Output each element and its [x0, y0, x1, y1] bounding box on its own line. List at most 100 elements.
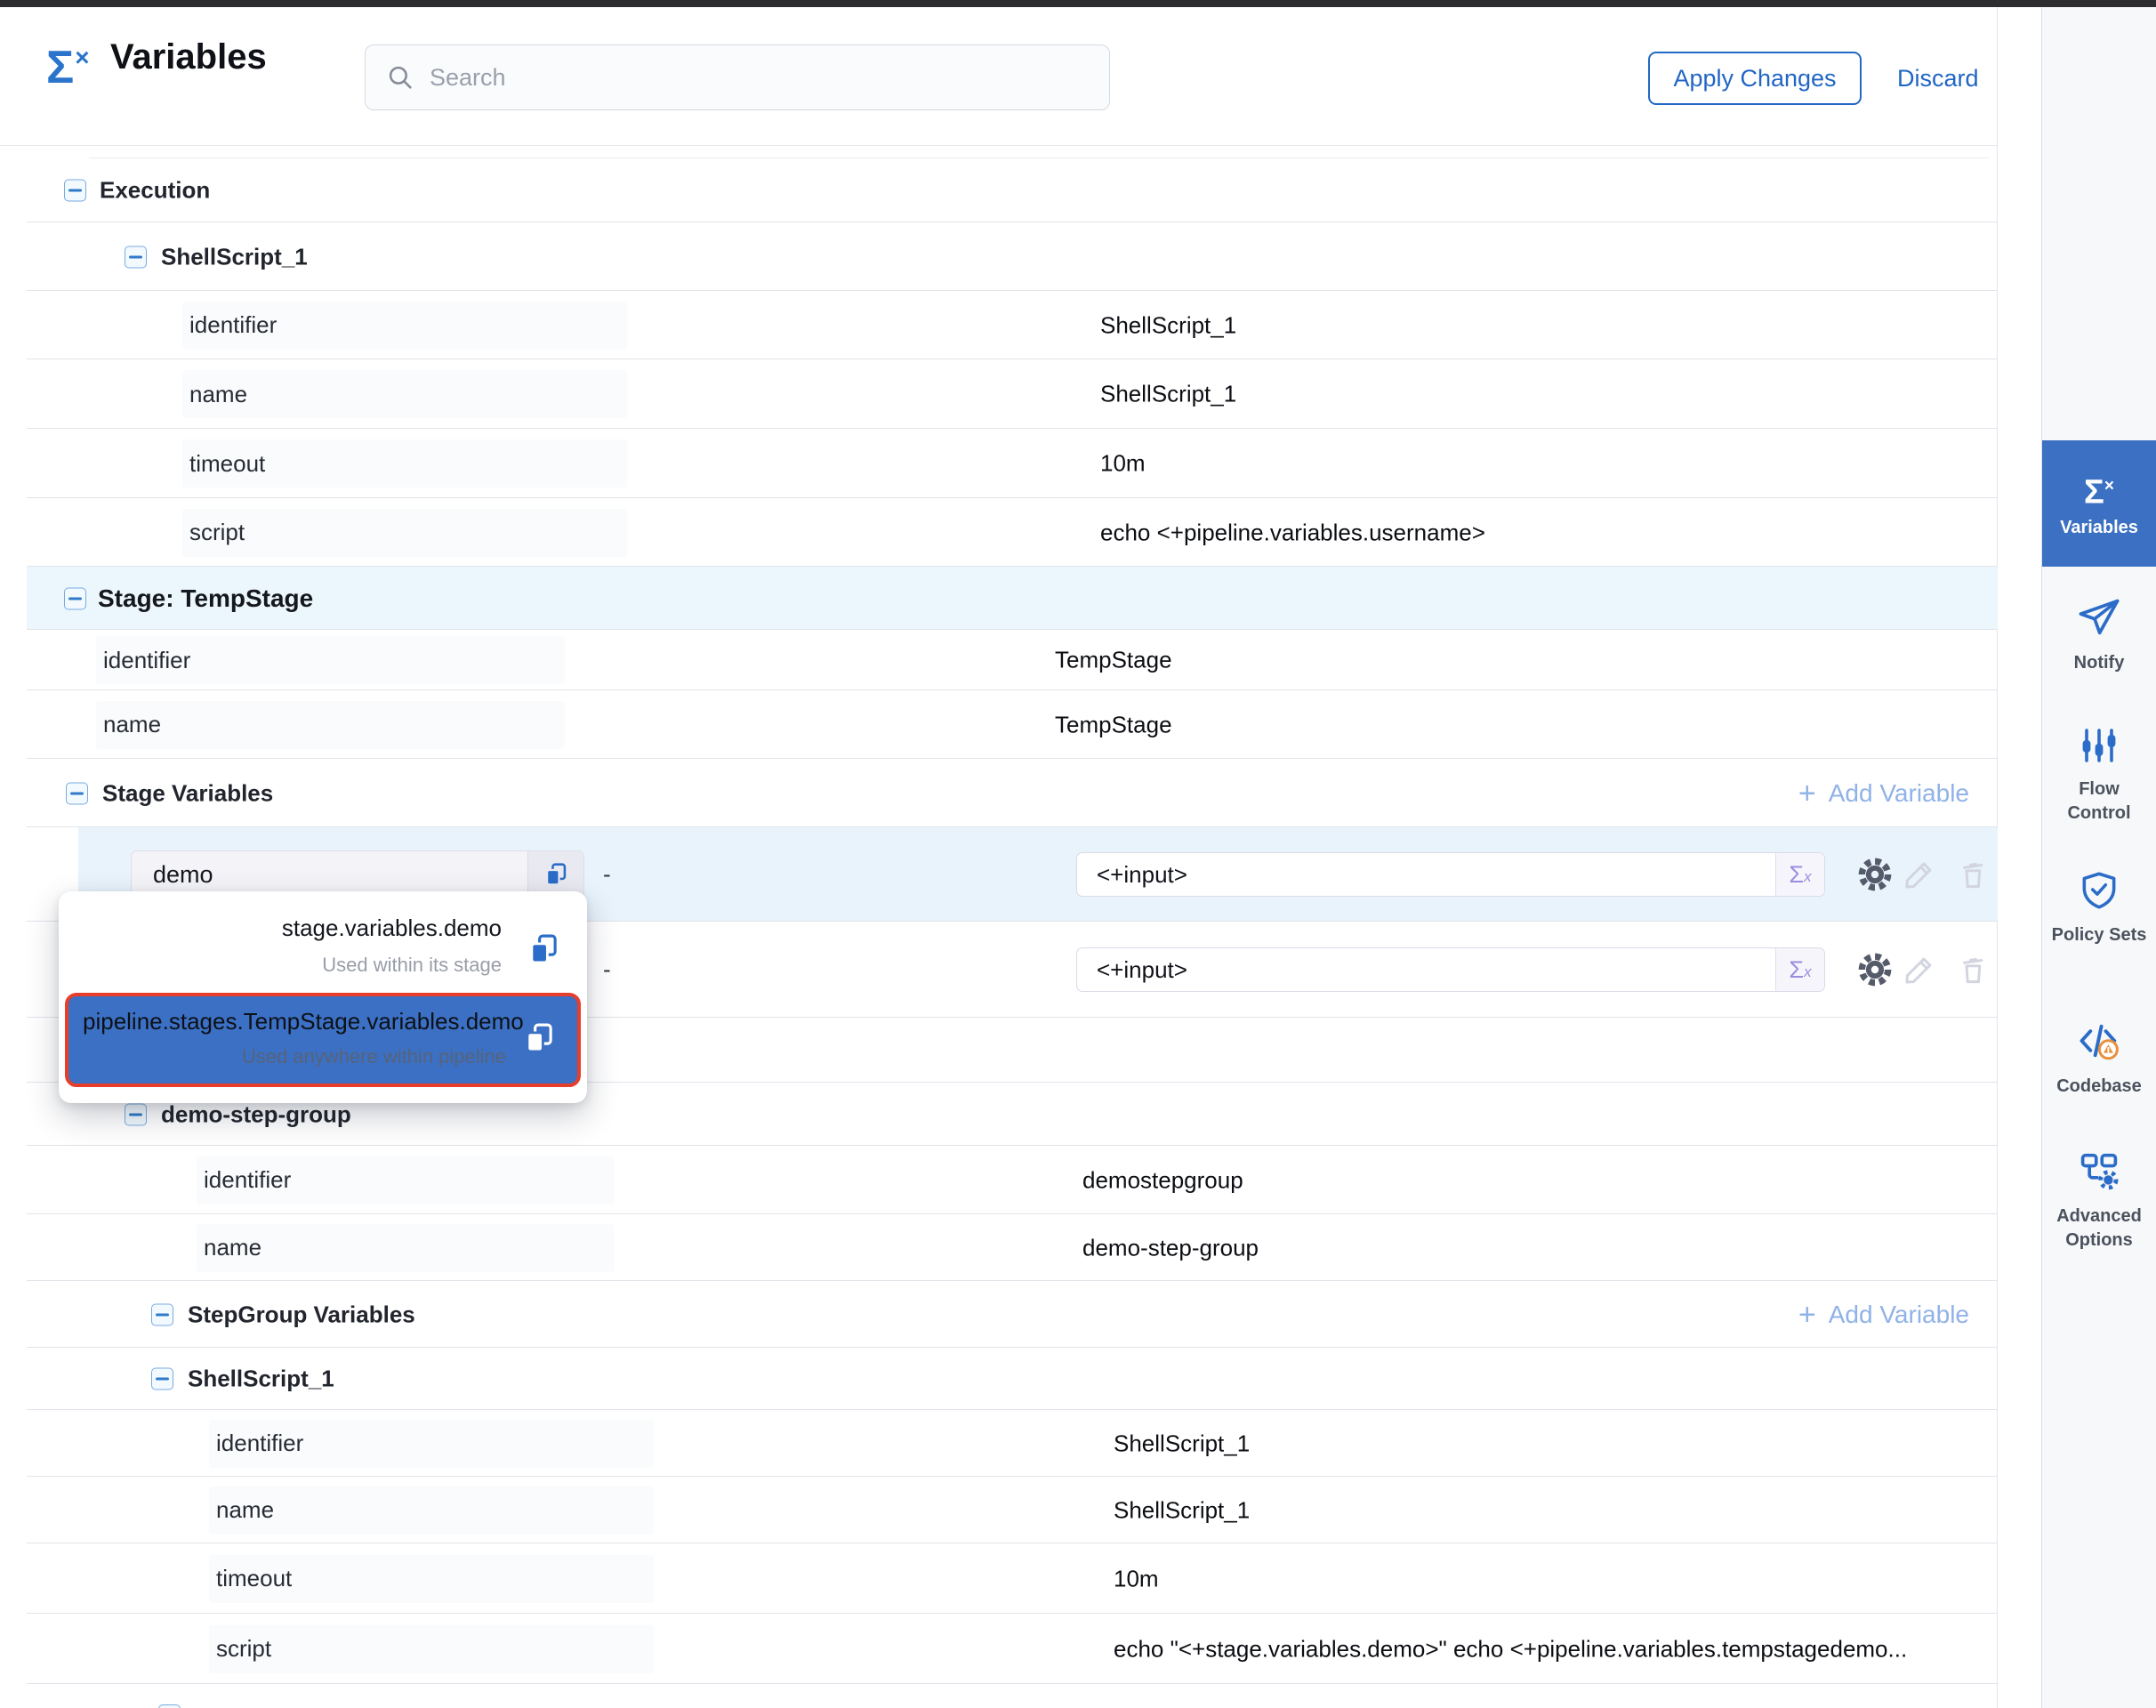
collapse-icon[interactable] — [125, 1103, 147, 1125]
gear-icon — [1855, 950, 1895, 989]
paper-plane-icon — [2076, 594, 2122, 640]
right-toolbar: Σ× Variables Notify Flow Control Policy … — [2041, 7, 2156, 1708]
sidebar-item-label: Variables — [2060, 518, 2138, 538]
sigma-x-glyph: × — [75, 44, 89, 71]
expression-option-pipeline-scope-highlighted[interactable]: pipeline.stages.TempStage.variables.demo… — [65, 993, 581, 1087]
plus-icon: + — [1798, 781, 1816, 806]
sidebar-item-label: Notify — [2069, 651, 2130, 675]
variable-value-input[interactable] — [1077, 860, 1775, 890]
variable-settings-button[interactable] — [1854, 949, 1895, 990]
search-icon — [385, 62, 415, 93]
sidebar-item-variables[interactable]: Σ× Variables — [2042, 440, 2156, 567]
sidebar-item-label: Codebase — [2051, 1075, 2147, 1099]
kv-row-identifier: identifier demostepgroup — [0, 1146, 1998, 1214]
kv-row-name: name TempStage — [0, 690, 1998, 759]
copy-button[interactable] — [520, 1019, 558, 1057]
window-top-edge — [0, 0, 2156, 7]
sidebar-item-policy-sets[interactable]: Policy Sets — [2042, 868, 2156, 947]
kv-row-name: name ShellScript_1 — [0, 359, 1998, 429]
copy-icon — [520, 1019, 558, 1057]
key-label: identifier — [182, 302, 627, 350]
kv-row-identifier: identifier ShellScript_1 — [0, 291, 1998, 359]
collapse-icon[interactable] — [151, 1303, 173, 1325]
value-text: echo "<+stage.variables.demo>" echo <+pi… — [1114, 1635, 1907, 1663]
variables-sigma-icon: Σ× — [2084, 469, 2114, 511]
kv-row-identifier: identifier ShellScript_1 — [0, 1410, 1998, 1477]
sigma-icon: Σ — [1789, 956, 1804, 984]
copy-button[interactable] — [525, 931, 562, 968]
stage-header-highlight — [27, 567, 1998, 630]
variable-name-input[interactable] — [132, 860, 527, 890]
flowchart-gear-icon — [2076, 1148, 2122, 1194]
variable-delete-button[interactable] — [1952, 854, 1993, 895]
add-variable-button[interactable]: + Add Variable — [1798, 779, 1969, 808]
kv-row-timeout: timeout 10m — [0, 429, 1998, 498]
variable-settings-button[interactable] — [1854, 854, 1895, 895]
key-label: name — [96, 701, 565, 749]
collapse-icon[interactable] — [66, 782, 88, 804]
collapse-icon[interactable] — [158, 1704, 181, 1708]
variable-value-field[interactable]: Σ x — [1076, 852, 1825, 897]
value-text: ShellScript_1 — [1114, 1430, 1250, 1457]
sidebar-item-codebase[interactable]: Codebase — [2042, 1018, 2156, 1099]
variable-edit-button[interactable] — [1899, 949, 1940, 990]
variables-main-panel: Σ × Variables Apply Changes Discard Exec… — [0, 7, 1998, 1708]
collapse-icon[interactable] — [151, 1368, 173, 1390]
variable-edit-button[interactable] — [1899, 854, 1940, 895]
panel-header: Σ × Variables Apply Changes Discard — [0, 7, 1997, 146]
variables-panel-screen: Σ × Variables Apply Changes Discard Exec… — [0, 0, 2156, 1708]
trash-icon — [1954, 856, 1991, 893]
sidebar-item-notify[interactable]: Notify — [2042, 594, 2156, 675]
search-box[interactable] — [365, 44, 1110, 110]
apply-changes-button[interactable]: Apply Changes — [1648, 52, 1862, 105]
discard-button[interactable]: Discard — [1897, 52, 1979, 105]
key-label: timeout — [182, 439, 627, 487]
section-label: StepGroup Variables — [188, 1301, 415, 1328]
add-variable-label: Add Variable — [1829, 1301, 1969, 1329]
variable-delete-button[interactable] — [1952, 949, 1993, 990]
description-dash: - — [603, 956, 611, 984]
sidebar-item-advanced-options[interactable]: Advanced Options — [2042, 1148, 2156, 1253]
key-label: name — [197, 1224, 615, 1272]
gear-icon — [1855, 855, 1895, 894]
partial-row — [0, 1684, 1998, 1708]
collapse-icon[interactable] — [125, 246, 147, 268]
sidebar-item-flow-control[interactable]: Flow Control — [2042, 724, 2156, 826]
sigma-glyph: Σ — [46, 41, 74, 94]
key-label: script — [182, 509, 627, 557]
collapse-icon[interactable] — [64, 180, 86, 202]
sidebar-item-label: Policy Sets — [2047, 923, 2152, 947]
expression-copy-popover: stage.variables.demo Used within its sta… — [59, 891, 587, 1103]
key-label: identifier — [209, 1420, 654, 1468]
tree-node-label: ShellScript_1 — [188, 1366, 334, 1393]
variable-value-input[interactable] — [1077, 955, 1775, 985]
sidebar-item-label: Advanced Options — [2042, 1204, 2156, 1253]
add-variable-button[interactable]: + Add Variable — [1798, 1301, 1969, 1329]
expression-text: stage.variables.demo — [80, 914, 502, 942]
copy-icon — [525, 931, 562, 968]
header-inset-divider — [89, 157, 1989, 158]
collapse-icon[interactable] — [64, 587, 86, 609]
value-text: demo-step-group — [1082, 1234, 1259, 1261]
expression-option-text: pipeline.stages.TempStage.variables.demo… — [83, 1008, 506, 1068]
value-text: TempStage — [1055, 711, 1172, 738]
expression-text: pipeline.stages.TempStage.variables.demo — [83, 1008, 506, 1035]
value-text: 10m — [1114, 1565, 1159, 1592]
value-text: echo <+pipeline.variables.username> — [1100, 519, 1485, 546]
expression-option-stage-scope[interactable]: stage.variables.demo Used within its sta… — [80, 914, 502, 977]
key-label: identifier — [96, 636, 565, 684]
kv-row-script: script echo <+pipeline.variables.usernam… — [0, 498, 1998, 567]
value-text: TempStage — [1055, 647, 1172, 674]
expression-type-toggle[interactable]: Σ x — [1775, 948, 1824, 991]
variable-value-field[interactable]: Σ x — [1076, 947, 1825, 992]
value-text: ShellScript_1 — [1114, 1496, 1250, 1524]
kv-row-identifier: identifier TempStage — [0, 630, 1998, 690]
tree-row-shellscript1: ShellScript_1 — [0, 222, 1998, 291]
value-text: demostepgroup — [1082, 1166, 1243, 1194]
trash-icon — [1954, 951, 1991, 988]
value-text: 10m — [1100, 450, 1146, 478]
key-label: timeout — [209, 1555, 654, 1603]
search-input[interactable] — [428, 63, 1109, 93]
expression-scope-text: Used within its stage — [80, 954, 502, 977]
expression-type-toggle[interactable]: Σ x — [1775, 853, 1824, 896]
